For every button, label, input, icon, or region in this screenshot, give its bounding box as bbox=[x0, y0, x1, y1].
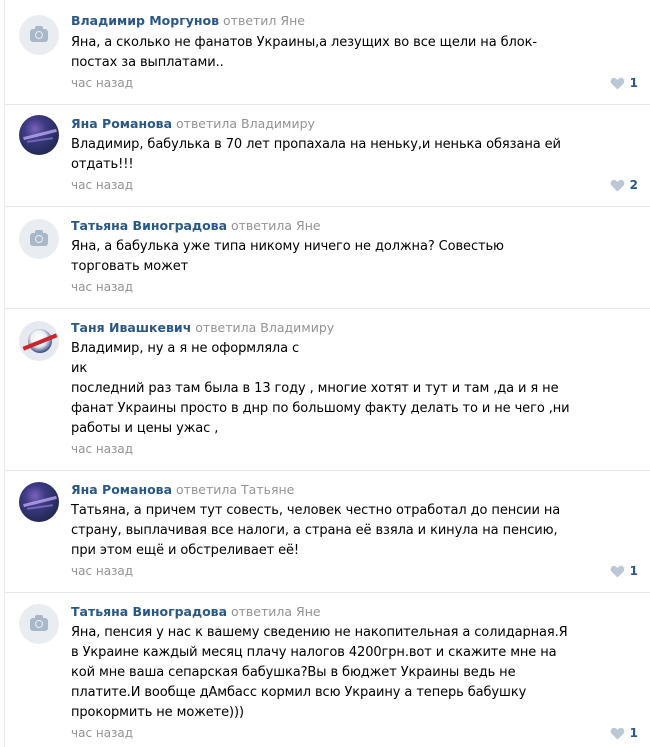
like-count: 1 bbox=[629, 726, 638, 740]
like-button[interactable]: 2 bbox=[610, 178, 638, 192]
reply-to-label[interactable]: ответила Владимиру bbox=[176, 116, 315, 131]
night-sky-photo[interactable] bbox=[19, 115, 59, 155]
heart-icon bbox=[610, 565, 624, 578]
reply-to-label[interactable]: ответила Татьяне bbox=[176, 482, 294, 497]
timestamp-link[interactable]: час назад bbox=[71, 442, 133, 456]
comment-text: Владимир, бабулька в 70 лет пропахала на… bbox=[71, 135, 616, 175]
timestamp-link[interactable]: час назад bbox=[71, 280, 133, 294]
comment-text-line: Владимир, бабулька в 70 лет пропахала на… bbox=[71, 137, 561, 152]
reply-to-label[interactable]: ответила Яне bbox=[231, 604, 321, 619]
football-club-logo[interactable] bbox=[19, 321, 59, 361]
comment-text-line: Татьяна, а причем тут совесть, человек ч… bbox=[71, 503, 561, 518]
author-name-link[interactable]: Татьяна Виноградова bbox=[71, 604, 227, 619]
comment-item: Татьяна Виноградова ответила Яне Яна, а … bbox=[5, 206, 650, 309]
timestamp-link[interactable]: час назад bbox=[71, 76, 133, 90]
comment-item: Яна Романова ответила Татьяне Татьяна, а… bbox=[5, 470, 650, 593]
author-name-link[interactable]: Владимир Моргунов bbox=[71, 13, 219, 28]
comment-item: Таня Ивашкевич ответила Владимиру Владим… bbox=[5, 308, 650, 471]
comment-item: Татьяна Виноградова ответила Яне Яна, пе… bbox=[5, 592, 650, 747]
heart-icon bbox=[610, 727, 624, 740]
comment-text-line: Яна, а бабулька уже типа никому ничего н… bbox=[71, 239, 504, 254]
comment-text-line: Яна, пенсия у нас к вашему сведению не н… bbox=[71, 625, 568, 640]
comment-text-line: фанат Украины просто в днр по большому ф… bbox=[71, 401, 570, 416]
reply-to-label[interactable]: ответила Яне bbox=[231, 218, 321, 233]
author-name-link[interactable]: Таня Ивашкевич bbox=[71, 320, 191, 335]
camera-placeholder-icon[interactable] bbox=[19, 15, 59, 55]
heart-icon bbox=[610, 179, 624, 192]
comment-text: Яна, пенсия у нас к вашему сведению не н… bbox=[71, 623, 616, 723]
reply-to-label[interactable]: ответила Владимиру bbox=[195, 320, 334, 335]
reply-to-label[interactable]: ответил Яне bbox=[223, 13, 305, 28]
comment-text-line: работы и цены ужас , bbox=[71, 421, 219, 436]
comment-header: Татьяна Виноградова ответила Яне bbox=[71, 604, 321, 620]
comment-text: Владимир, ну а я не оформляла с ик после… bbox=[71, 339, 616, 439]
comment-text-line: отдать!!! bbox=[71, 157, 134, 172]
author-name-link[interactable]: Яна Романова bbox=[71, 482, 172, 497]
comment-text: Татьяна, а причем тут совесть, человек ч… bbox=[71, 501, 616, 561]
comment-item: Владимир Моргунов ответил Яне Яна, а ско… bbox=[5, 0, 650, 105]
camera-placeholder-icon[interactable] bbox=[19, 219, 59, 259]
comment-text-line: ик bbox=[71, 361, 88, 376]
night-sky-photo[interactable] bbox=[19, 482, 59, 522]
comment-text: Яна, а сколько не фанатов Украины,а лезу… bbox=[71, 33, 616, 73]
like-count: 1 bbox=[629, 76, 638, 90]
author-name-link[interactable]: Татьяна Виноградова bbox=[71, 218, 227, 233]
comment-item: Яна Романова ответила Владимиру Владимир… bbox=[5, 104, 650, 207]
comment-text-line: кой мне ваша сепарская бабушка?Вы в бюдж… bbox=[71, 665, 516, 680]
comment-header: Яна Романова ответила Татьяне bbox=[71, 482, 294, 498]
comment-text-line: при этом ещё и обстреливает её! bbox=[71, 543, 300, 558]
like-count: 2 bbox=[629, 178, 638, 192]
timestamp-link[interactable]: час назад bbox=[71, 178, 133, 192]
timestamp-link[interactable]: час назад bbox=[71, 726, 133, 740]
heart-icon bbox=[610, 77, 624, 90]
comment-text-line: платите.И вообще дАмбасс кормил всю Укра… bbox=[71, 685, 527, 700]
comment-header: Татьяна Виноградова ответила Яне bbox=[71, 218, 321, 234]
comment-header: Владимир Моргунов ответил Яне bbox=[71, 13, 305, 29]
like-count: 1 bbox=[629, 564, 638, 578]
comment-text-line: последний раз там была в 13 году , многи… bbox=[71, 381, 559, 396]
comment-header: Яна Романова ответила Владимиру bbox=[71, 116, 315, 132]
camera-placeholder-icon[interactable] bbox=[19, 604, 59, 644]
comment-text-line: торговать может bbox=[71, 259, 189, 274]
like-button[interactable]: 1 bbox=[610, 564, 638, 578]
comment-text-line: постах за выплатами.. bbox=[71, 55, 224, 70]
author-name-link[interactable]: Яна Романова bbox=[71, 116, 172, 131]
comment-text: Яна, а бабулька уже типа никому ничего н… bbox=[71, 237, 616, 277]
comment-text-line: страну, выплачивая все налоги, а страна … bbox=[71, 523, 558, 538]
timestamp-link[interactable]: час назад bbox=[71, 564, 133, 578]
comment-header: Таня Ивашкевич ответила Владимиру bbox=[71, 320, 334, 336]
comment-text-line: в Украине каждый месяц плачу налогов 420… bbox=[71, 645, 557, 660]
comment-text-line: Яна, а сколько не фанатов Украины,а лезу… bbox=[71, 35, 537, 50]
like-button[interactable]: 1 bbox=[610, 726, 638, 740]
comment-text-line: прокормить не можете))) bbox=[71, 705, 244, 720]
like-button[interactable]: 1 bbox=[610, 76, 638, 90]
comment-text-line: Владимир, ну а я не оформляла с bbox=[71, 341, 300, 356]
comments-thread: Владимир Моргунов ответил Яне Яна, а ско… bbox=[4, 0, 650, 747]
